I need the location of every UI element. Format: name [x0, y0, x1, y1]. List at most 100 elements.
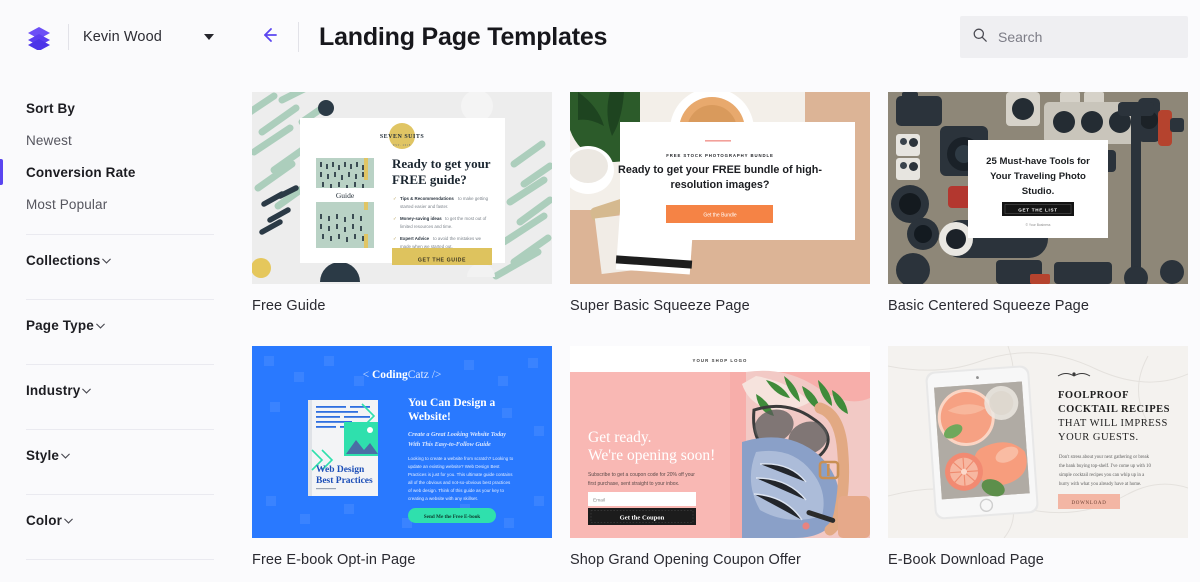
page-title: Landing Page Templates	[319, 22, 608, 51]
svg-text:Your Traveling Photo: Your Traveling Photo	[990, 171, 1086, 182]
thumb-artwork-shop-pink: YOUR SHOP LOGO Get ready. We're opening …	[570, 346, 870, 538]
svg-text:resolution images?: resolution images?	[671, 179, 770, 191]
sidebar-item-conversion-rate[interactable]: Conversion Rate	[0, 156, 240, 188]
template-thumbnail[interactable]: SEVEN SUITS EST. 2018 Guide Ready to get…	[252, 92, 552, 284]
divider	[26, 559, 214, 560]
svg-text:Ready to get your FREE bundle: Ready to get your FREE bundle of high-	[618, 164, 822, 176]
svg-text:Don't stress about your next g: Don't stress about your next gathering o…	[1059, 455, 1150, 460]
filter-group-collections[interactable]: Collections	[0, 235, 240, 285]
search-box[interactable]	[960, 16, 1188, 58]
template-title: Basic Centered Squeeze Page	[888, 298, 1089, 314]
search-input[interactable]	[998, 29, 1176, 45]
filter-group-page-type[interactable]: Page Type	[0, 300, 240, 350]
template-card[interactable]: FOOLPROOF COCKTAIL RECIPES THAT WILL IMP…	[888, 346, 1188, 582]
svg-text:Subscribe to get a coupon code: Subscribe to get a coupon code for 20% o…	[588, 472, 695, 478]
svg-text:to avoid the mistakes we: to avoid the mistakes we	[433, 236, 482, 241]
template-thumbnail[interactable]: 25 Must-have Tools for Your Traveling Ph…	[888, 92, 1188, 284]
template-title: E-Book Download Page	[888, 552, 1044, 568]
filter-group-label: Page Type	[26, 317, 94, 333]
filter-group-color[interactable]: Color	[0, 495, 240, 545]
template-card[interactable]: < CodingCatz /> Web Design Best Practice…	[252, 346, 552, 582]
filter-group-label: Color	[26, 512, 62, 528]
svg-text:Practices is just for you. Thi: Practices is just for you. This ultimate…	[408, 472, 513, 477]
svg-text:Tips & Recommendations: Tips & Recommendations	[400, 196, 454, 201]
svg-text:FREE STOCK PHOTOGRAPHY BUNDLE: FREE STOCK PHOTOGRAPHY BUNDLE	[666, 153, 774, 158]
svg-text:limited resources and time.: limited resources and time.	[400, 224, 452, 229]
svg-text:of web design. Think of this g: of web design. Think of this guide as yo…	[408, 488, 504, 493]
filter-group-industry[interactable]: Industry	[0, 365, 240, 415]
chevron-down-icon	[94, 319, 107, 332]
template-title: Free Guide	[252, 298, 326, 314]
back-button[interactable]	[252, 19, 288, 55]
svg-text:hurry with what you already ha: hurry with what you already have at home…	[1059, 482, 1141, 487]
template-card[interactable]: FREE STOCK PHOTOGRAPHY BUNDLE Ready to g…	[570, 92, 870, 346]
top-bar: Landing Page Templates	[240, 0, 1200, 74]
svg-text:YOUR GUESTS.: YOUR GUESTS.	[1058, 432, 1139, 443]
svg-text:update an existing website? We: update an existing website? Web Design B…	[408, 464, 500, 469]
layers-icon	[26, 24, 52, 50]
templates-grid: SEVEN SUITS EST. 2018 Guide Ready to get…	[240, 74, 1200, 582]
main-area: Landing Page Templates Search SEVEN SUIT…	[240, 0, 1200, 582]
svg-text:first purchase, sent straight: first purchase, sent straight to your in…	[588, 481, 679, 487]
sidebar-item-newest[interactable]: Newest	[0, 124, 240, 156]
filter-group-label: Industry	[26, 382, 81, 398]
svg-text:Best Practices: Best Practices	[316, 476, 373, 486]
template-card[interactable]: 25 Must-have Tools for Your Traveling Ph…	[888, 92, 1188, 346]
brand-bar[interactable]: Kevin Wood	[0, 0, 240, 74]
user-name: Kevin Wood	[83, 29, 162, 45]
svg-text:all of the obvious and not-so-: all of the obvious and not-so-obvious be…	[408, 480, 511, 485]
svg-text:simple cocktail recipes you ca: simple cocktail recipes you can whip up …	[1059, 473, 1145, 478]
svg-text:© Your Business: © Your Business	[1026, 223, 1051, 227]
svg-text:THAT WILL IMPRESS: THAT WILL IMPRESS	[1058, 418, 1168, 429]
svg-text:FOOLPROOF: FOOLPROOF	[1058, 390, 1129, 401]
sort-by-label: Sort By	[26, 100, 76, 116]
template-thumbnail[interactable]: FOOLPROOF COCKTAIL RECIPES THAT WILL IMP…	[888, 346, 1188, 538]
svg-text:✓: ✓	[393, 236, 397, 241]
thumb-artwork-camera-gear: 25 Must-have Tools for Your Traveling Ph…	[888, 92, 1188, 284]
svg-text:Looking to create a website fr: Looking to create a website from scratch…	[408, 456, 514, 461]
svg-text:the bank buying top-shelf. I'v: the bank buying top-shelf. I've come up …	[1059, 464, 1151, 469]
svg-text:Email: Email	[593, 498, 605, 504]
svg-text:Create a Great Looking Website: Create a Great Looking Website Today	[408, 431, 506, 438]
chevron-down-icon	[59, 449, 72, 462]
svg-text:DOWNLOAD: DOWNLOAD	[1071, 501, 1106, 506]
template-title: Free E-book Opt-in Page	[252, 552, 416, 568]
thumb-artwork-cocktail: FOOLPROOF COCKTAIL RECIPES THAT WILL IMP…	[888, 346, 1188, 538]
chevron-down-icon	[80, 384, 93, 397]
svg-text:to get the most out of: to get the most out of	[445, 216, 487, 221]
svg-text:Get the Coupon: Get the Coupon	[620, 515, 665, 522]
caret-down-icon[interactable]	[204, 34, 214, 40]
template-card[interactable]: YOUR SHOP LOGO Get ready. We're opening …	[570, 346, 870, 582]
svg-text:YOUR SHOP LOGO: YOUR SHOP LOGO	[693, 358, 748, 363]
template-title: Super Basic Squeeze Page	[570, 298, 750, 314]
template-thumbnail[interactable]: YOUR SHOP LOGO Get ready. We're opening …	[570, 346, 870, 538]
svg-text:Get ready.: Get ready.	[588, 429, 652, 446]
filter-group-style[interactable]: Style	[0, 430, 240, 480]
template-thumbnail[interactable]: FREE STOCK PHOTOGRAPHY BUNDLE Ready to g…	[570, 92, 870, 284]
svg-text:25 Must-have Tools for: 25 Must-have Tools for	[986, 156, 1090, 167]
svg-text:Studio.: Studio.	[1022, 186, 1055, 197]
sidebar-item-label: Conversion Rate	[26, 164, 136, 180]
sort-by-heading: Sort By	[0, 92, 240, 124]
svg-text:to make getting: to make getting	[458, 196, 489, 201]
svg-text:Send Me the Free E-book: Send Me the Free E-book	[424, 514, 481, 520]
svg-text:Web Design: Web Design	[316, 465, 365, 475]
arrow-left-icon	[260, 25, 280, 50]
svg-text:We're opening soon!: We're opening soon!	[588, 447, 715, 464]
svg-text:Expert Advice: Expert Advice	[400, 236, 430, 241]
filter-group-label: Style	[26, 447, 60, 463]
sidebar-item-label: Newest	[26, 132, 72, 148]
svg-text:✓: ✓	[393, 196, 397, 201]
template-card[interactable]: SEVEN SUITS EST. 2018 Guide Ready to get…	[252, 92, 552, 346]
sort-section: Sort By Newest Conversion Rate Most Popu…	[0, 74, 240, 220]
sidebar-item-most-popular[interactable]: Most Popular	[0, 188, 240, 220]
svg-text:You Can Design a: You Can Design a	[408, 397, 495, 409]
sidebar-item-label: Most Popular	[26, 196, 108, 212]
svg-text:Guide: Guide	[336, 191, 355, 200]
svg-text:creating a website with any sk: creating a website with any skillset.	[408, 496, 478, 501]
svg-text:EST. 2018: EST. 2018	[393, 144, 411, 147]
svg-text:Ready to get your: Ready to get your	[392, 156, 491, 171]
template-thumbnail[interactable]: < CodingCatz /> Web Design Best Practice…	[252, 346, 552, 538]
thumb-artwork-ebook-blue: < CodingCatz /> Web Design Best Practice…	[252, 346, 552, 538]
svg-text:SEVEN SUITS: SEVEN SUITS	[380, 134, 425, 140]
